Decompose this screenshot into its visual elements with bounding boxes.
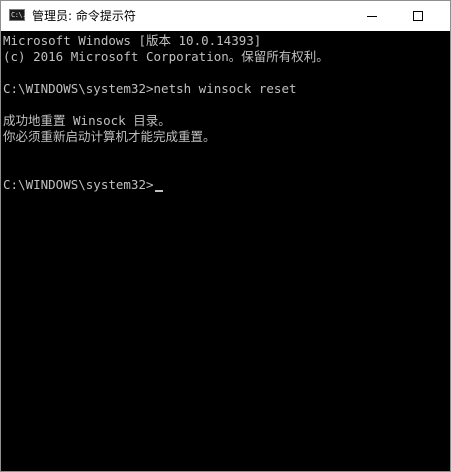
maximize-button[interactable] [396,1,440,31]
console-line-success: 成功地重置 Winsock 目录。 [3,113,171,128]
console-prompt: C:\WINDOWS\system32> [3,177,154,192]
cmd-app-icon[interactable]: C:\. [9,9,26,21]
cmd-icon-glyph: C:\. [11,11,26,19]
cmd-window: C:\. 管理员: 命令提示符 Microsoft Windows [版本 10… [0,0,451,472]
minimize-button[interactable] [350,1,394,31]
console-prompt-line[interactable]: C:\WINDOWS\system32> [3,177,163,193]
maximize-icon [413,11,423,21]
console-line-restart-notice: 你必须重新启动计算机才能完成重置。 [3,129,216,144]
minimize-icon [367,16,377,17]
text-cursor [154,190,163,192]
console-line-copyright: (c) 2016 Microsoft Corporation。保留所有权利。 [3,49,329,64]
console-output[interactable]: Microsoft Windows [版本 10.0.14393] (c) 20… [1,31,450,471]
title-bar[interactable]: C:\. 管理员: 命令提示符 [1,1,450,31]
console-line-command: C:\WINDOWS\system32>netsh winsock reset [3,81,297,96]
console-line-version: Microsoft Windows [版本 10.0.14393] [3,33,262,48]
window-title: 管理员: 命令提示符 [32,9,136,23]
